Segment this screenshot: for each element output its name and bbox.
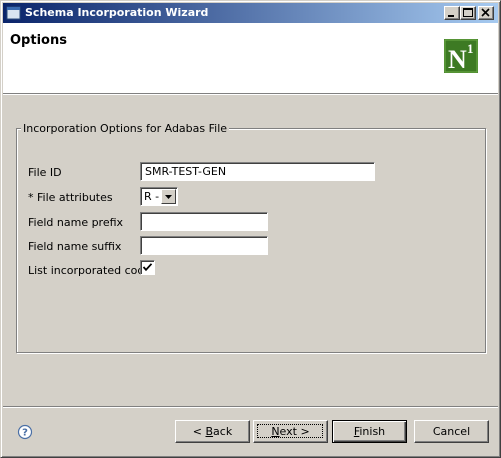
back-label: ack — [213, 425, 233, 438]
next-button[interactable]: Next > — [253, 420, 328, 443]
field-name-prefix-label: Field name prefix — [28, 216, 124, 229]
next-mnemonic: N — [271, 425, 280, 438]
maximize-button[interactable] — [460, 6, 476, 20]
minimize-icon — [448, 15, 454, 17]
close-button[interactable] — [478, 6, 494, 20]
file-id-field[interactable]: SMR-TEST-GEN — [140, 162, 375, 181]
back-mnemonic: B — [205, 425, 214, 438]
header-divider — [3, 93, 498, 95]
wizard-window: Schema Incorporation Wizard Options N 1 — [0, 0, 501, 458]
finish-label: inish — [359, 425, 386, 438]
next-label: ext — [279, 425, 297, 438]
logo-superscript: 1 — [467, 41, 474, 56]
maximize-icon — [463, 8, 473, 17]
logo-letter: N — [448, 45, 467, 73]
file-attributes-select[interactable]: R - — [140, 187, 178, 206]
header-banner: Options N 1 — [3, 23, 498, 93]
list-incorporated-code-label: List incorporated code — [28, 264, 152, 277]
back-button[interactable]: < Back — [175, 420, 250, 443]
group-title: Incorporation Options for Adabas File — [21, 122, 230, 135]
minimize-button[interactable] — [444, 6, 460, 20]
page-title: Options — [10, 33, 67, 48]
footer-divider — [3, 406, 498, 408]
finish-button[interactable]: Finish — [332, 420, 407, 443]
file-attributes-value: R - — [144, 190, 160, 203]
field-name-prefix-field[interactable] — [140, 212, 268, 231]
chevron-down-icon — [165, 195, 172, 199]
help-icon[interactable]: ? — [17, 424, 33, 440]
natural-logo: N 1 — [444, 39, 478, 73]
svg-text:?: ? — [22, 428, 28, 439]
field-name-suffix-field[interactable] — [140, 236, 268, 255]
close-icon — [481, 8, 490, 17]
cancel-button[interactable]: Cancel — [414, 420, 489, 443]
next-suffix: > — [296, 425, 310, 438]
window-title: Schema Incorporation Wizard — [25, 6, 209, 19]
window-icon — [6, 5, 22, 21]
file-attributes-dropdown-button[interactable] — [161, 189, 176, 204]
check-icon — [142, 263, 153, 272]
field-name-suffix-label: Field name suffix — [28, 240, 122, 253]
file-id-label: File ID — [28, 166, 62, 179]
file-attributes-label: * File attributes — [28, 191, 113, 204]
back-prefix: < — [192, 425, 206, 438]
title-bar[interactable]: Schema Incorporation Wizard — [3, 3, 498, 23]
list-incorporated-code-checkbox[interactable] — [140, 260, 155, 275]
